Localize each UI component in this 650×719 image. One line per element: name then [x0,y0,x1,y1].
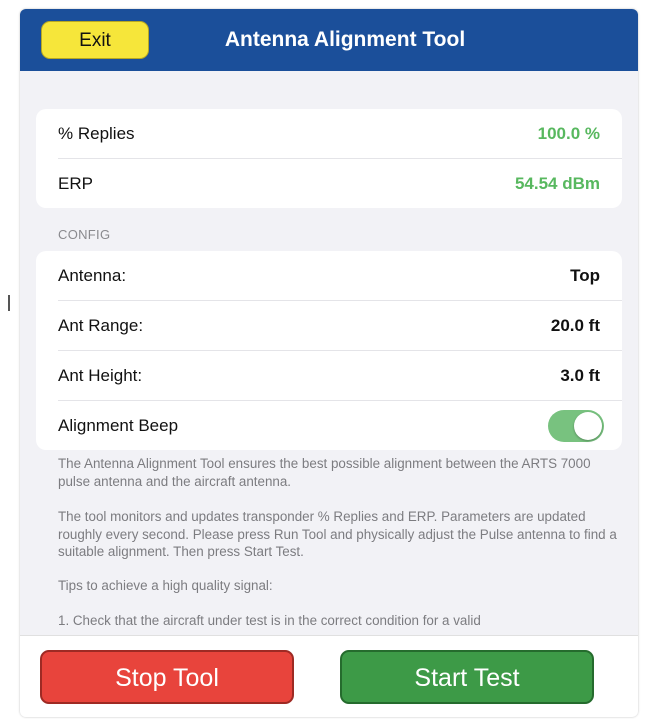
erp-row: ERP 54.54 dBm [58,159,622,208]
description-paragraph-1: The Antenna Alignment Tool ensures the b… [58,456,591,489]
ant-range-value[interactable]: 20.0 ft [551,301,600,350]
erp-value: 54.54 dBm [514,174,600,193]
alignment-beep-toggle[interactable] [548,410,604,442]
ant-height-value[interactable]: 3.0 ft [560,351,600,400]
ant-height-row[interactable]: Ant Height: 3.0 ft [58,351,622,401]
antenna-label: Antenna: [58,266,127,285]
erp-label: ERP [58,174,93,193]
alignment-beep-label: Alignment Beep [58,416,179,435]
config-card: Antenna: Top Ant Range: 20.0 ft Ant Heig… [36,251,622,450]
readings-card: % Replies 100.0 % ERP 54.54 dBm [36,109,622,208]
replies-label: % Replies [58,124,135,143]
stop-tool-button[interactable]: Stop Tool [40,650,294,704]
description-paragraph-2: The tool monitors and updates transponde… [58,509,617,559]
ant-range-label: Ant Range: [58,316,144,335]
antenna-row[interactable]: Antenna: Top [58,251,622,301]
ant-range-row[interactable]: Ant Range: 20.0 ft [58,301,622,351]
app-window: Exit Antenna Alignment Tool % Replies 10… [20,9,638,717]
start-test-button[interactable]: Start Test [340,650,594,704]
config-section-label: CONFIG [58,227,111,242]
toggle-knob [574,412,602,440]
page-title: Antenna Alignment Tool [224,28,466,51]
exit-button[interactable]: Exit [41,21,149,59]
ant-height-label: Ant Height: [58,366,143,385]
replies-value: 100.0 % [537,124,600,143]
antenna-value[interactable]: Top [570,251,600,300]
window-edge-mark [8,295,10,311]
replies-row: % Replies 100.0 % [58,109,622,159]
footer-toolbar: Stop Tool Start Test [20,635,638,717]
nav-bar: Exit Antenna Alignment Tool [20,9,638,71]
description-paragraph-4: 1. Check that the aircraft under test is… [58,613,481,628]
alignment-beep-row: Alignment Beep [58,401,622,450]
description-paragraph-3: Tips to achieve a high quality signal: [58,578,273,593]
